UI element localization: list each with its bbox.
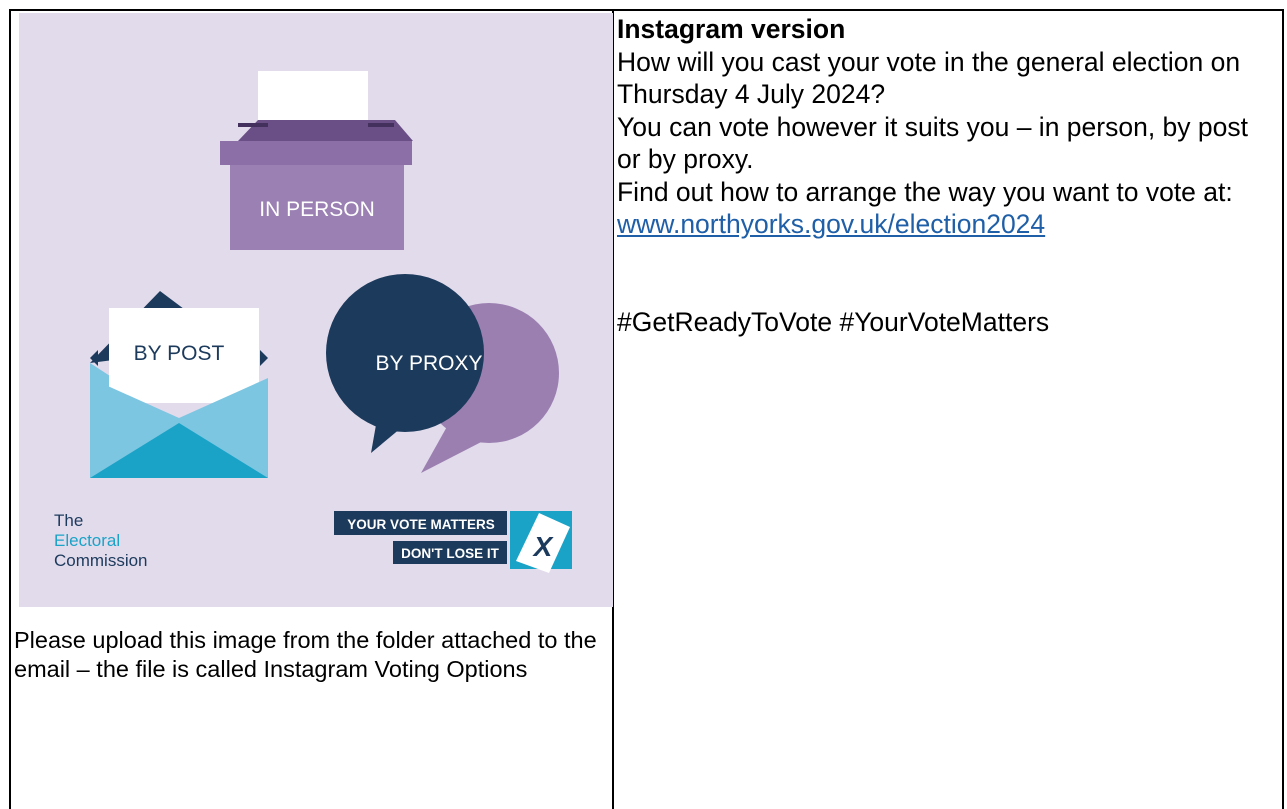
post-instruction: Find out how to arrange the way you want… xyxy=(617,176,1233,207)
hashtags: #GetReadyToVote #YourVoteMatters xyxy=(617,306,1050,337)
table-right-border xyxy=(1282,9,1284,809)
post-options: You can vote however it suits you – in p… xyxy=(617,111,1248,175)
by-post-label: BY POST xyxy=(134,342,225,365)
voting-options-graphic: IN PERSON BY POST BY PROXY The Electoral… xyxy=(19,13,613,607)
envelope-icon: BY POST xyxy=(90,291,268,478)
table-left-border xyxy=(9,9,11,809)
ballot-box-top xyxy=(220,141,412,165)
yvm-line1: YOUR VOTE MATTERS xyxy=(347,517,495,532)
by-proxy-label: BY PROXY xyxy=(376,352,483,375)
yvm-x-mark: X xyxy=(532,531,555,562)
table-top-border xyxy=(9,9,1284,11)
election-link[interactable]: www.northyorks.gov.uk/election2024 xyxy=(617,209,1045,239)
section-heading: Instagram version xyxy=(617,14,846,44)
instagram-post-text: Instagram version How will you cast your… xyxy=(617,13,1277,338)
image-upload-instruction: Please upload this image from the folder… xyxy=(14,627,597,682)
yvm-line2: DON'T LOSE IT xyxy=(401,546,499,561)
ec-logo-line1: The xyxy=(54,511,83,530)
ec-logo-line3: Commission xyxy=(54,551,148,570)
in-person-label: IN PERSON xyxy=(259,198,375,221)
ec-logo-line2: Electoral xyxy=(54,531,120,550)
post-question: How will you cast your vote in the gener… xyxy=(617,46,1241,110)
